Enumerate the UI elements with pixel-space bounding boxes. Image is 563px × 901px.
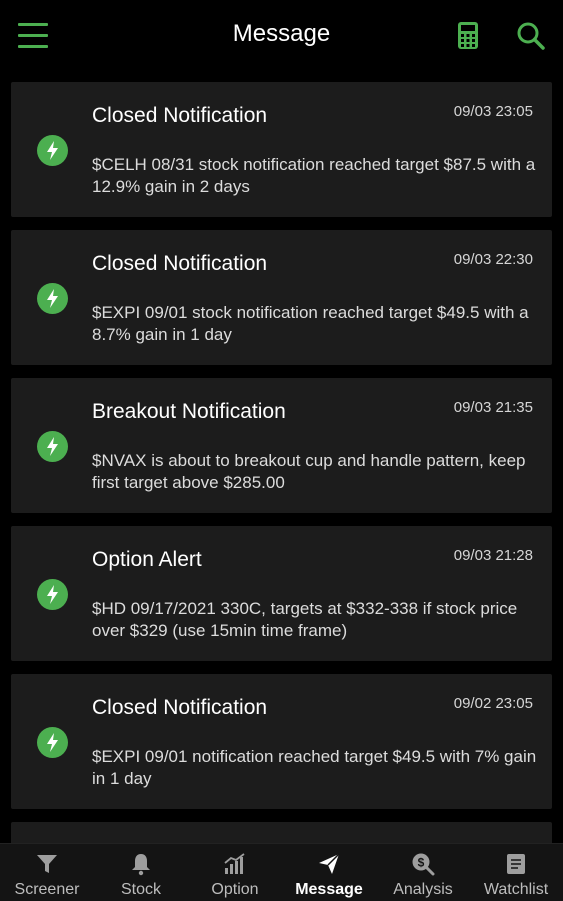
message-card[interactable]: Closed Notification 09/03 23:05 $CELH 08… (11, 82, 552, 217)
search-button[interactable] (516, 21, 546, 51)
message-timestamp: 09/03 23:05 (453, 103, 533, 120)
message-card[interactable]: Closed Notification 09/02 23:05 $EXPI 09… (11, 674, 552, 809)
message-title: Breakout Notification (92, 400, 286, 423)
message-body: $EXPI 09/01 notification reached target … (92, 747, 537, 788)
nav-option[interactable]: Option (188, 844, 282, 901)
message-body: $HD 09/17/2021 330C, targets at $332-338… (92, 599, 518, 640)
calculator-button[interactable] (455, 21, 485, 51)
nav-label: Option (211, 881, 259, 898)
bell-icon (132, 854, 150, 876)
nav-message[interactable]: Message (282, 844, 376, 901)
nav-label: Watchlist (483, 881, 549, 898)
message-title: Closed Notification (92, 104, 268, 127)
nav-label: Screener (14, 881, 80, 898)
message-timestamp: 09/03 21:35 (453, 399, 533, 416)
message-body: $NVAX is about to breakout cup and handl… (92, 451, 526, 492)
bar-chart-icon (224, 853, 245, 874)
nav-label: Analysis (393, 881, 453, 898)
nav-stock[interactable]: Stock (94, 844, 188, 901)
message-card[interactable]: Closed Notification 09/03 22:30 $EXPI 09… (11, 230, 552, 365)
calculator-icon (458, 22, 478, 49)
bottom-navigation: Screener Stock Option Message $ Analysis… (0, 843, 563, 901)
message-title: Closed Notification (92, 696, 268, 719)
message-timestamp: 09/02 23:05 (453, 695, 533, 712)
paper-plane-icon (319, 853, 340, 874)
lightning-bolt-icon (37, 431, 68, 462)
top-bar: Message (0, 0, 563, 74)
nav-label: Message (295, 881, 363, 898)
message-list[interactable]: Closed Notification 09/03 23:05 $CELH 08… (11, 82, 552, 862)
filter-icon (37, 855, 57, 873)
notebook-icon (507, 854, 525, 874)
message-body: $EXPI 09/01 stock notification reached t… (92, 303, 529, 344)
message-title: Closed Notification (92, 252, 268, 275)
nav-screener[interactable]: Screener (0, 844, 94, 901)
dollar-search-icon: $ (412, 853, 435, 876)
lightning-bolt-icon (37, 579, 68, 610)
message-card[interactable]: Option Alert 09/03 21:28 $HD 09/17/2021 … (11, 526, 552, 661)
lightning-bolt-icon (37, 727, 68, 758)
nav-label: Stock (120, 881, 161, 898)
lightning-bolt-icon (37, 283, 68, 314)
search-icon (517, 22, 545, 50)
message-card[interactable]: Breakout Notification 09/03 21:35 $NVAX … (11, 378, 552, 513)
message-title: Option Alert (92, 548, 202, 571)
message-body: $CELH 08/31 stock notification reached t… (92, 155, 536, 196)
lightning-bolt-icon (37, 135, 68, 166)
message-timestamp: 09/03 22:30 (453, 251, 533, 268)
nav-analysis[interactable]: $ Analysis (376, 844, 470, 901)
message-timestamp: 09/03 21:28 (453, 547, 533, 564)
nav-watchlist[interactable]: Watchlist (469, 844, 563, 901)
svg-text:$: $ (418, 856, 425, 870)
